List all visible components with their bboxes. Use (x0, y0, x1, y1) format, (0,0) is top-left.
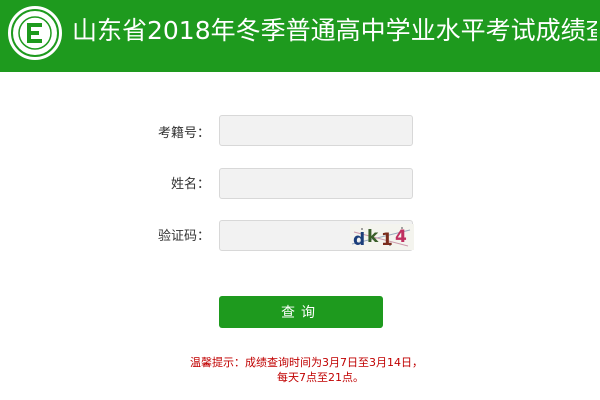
captcha-char: 1 (381, 230, 393, 250)
exam-number-label: 考籍号： (157, 126, 210, 141)
captcha-char: k (367, 227, 379, 247)
captcha-image[interactable]: dk14 (350, 224, 414, 250)
captcha-label: 验证码： (157, 229, 210, 244)
query-button[interactable]: 查询 (219, 296, 383, 328)
name-label: 姓名： (170, 177, 210, 192)
page-header: 山东省2018年冬季普通高中学业水平考试成绩查询 (0, 0, 600, 72)
notice-text: 温馨提示：成绩查询时间为3月7日至3月14日， 每天7点至21点。 (190, 355, 510, 385)
notice-line1: 成绩查询时间为3月7日至3月14日， (245, 356, 423, 369)
notice-line2: 每天7点至21点。 (277, 371, 364, 384)
page-title: 山东省2018年冬季普通高中学业水平考试成绩查询 (72, 16, 597, 45)
captcha-char: d (353, 230, 365, 250)
notice-prefix: 温馨提示： (190, 356, 245, 369)
name-input[interactable] (219, 168, 413, 199)
captcha-char: 4 (395, 227, 407, 247)
school-emblem-icon (8, 6, 62, 60)
exam-number-input[interactable] (219, 115, 413, 146)
